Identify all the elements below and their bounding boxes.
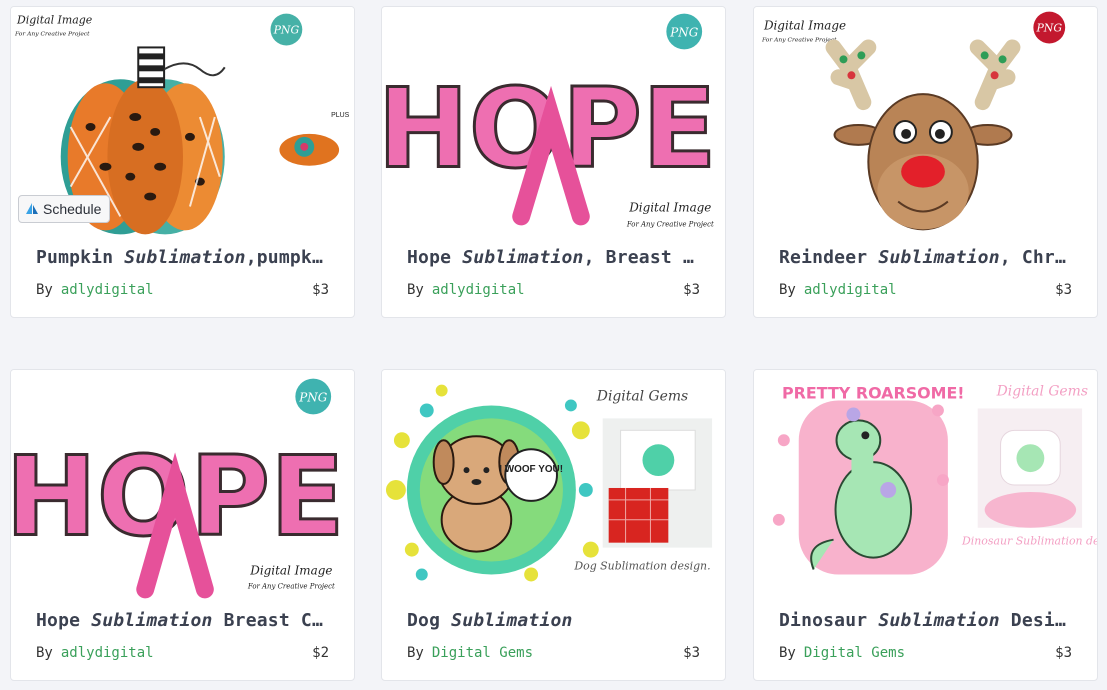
- product-card[interactable]: I WOOF YOU! Digital Gems Dog Sublimation…: [381, 369, 726, 681]
- dinosaur-illustration: PRETTY ROARSOME! Digital Gems Dinosaur S…: [772, 384, 1097, 575]
- product-card[interactable]: PNG HOPE Digital Image For Any Creative …: [10, 369, 355, 681]
- product-title[interactable]: Dog Sublimation: [407, 610, 703, 631]
- product-meta: By Digital Gems $3: [407, 645, 700, 661]
- png-badge-text: PNG: [298, 390, 327, 404]
- author-link[interactable]: adlydigital: [61, 645, 154, 661]
- watermark-sub: For Any Creative Project: [14, 31, 90, 38]
- sail-icon: [26, 203, 38, 214]
- author-link[interactable]: adlydigital: [432, 282, 525, 298]
- product-title[interactable]: Hope Sublimation, Breast Cancer: [407, 247, 703, 268]
- schedule-label: Schedule: [43, 201, 102, 217]
- watermark-text: Digital Image: [628, 200, 711, 214]
- author-link[interactable]: Digital Gems: [432, 645, 533, 661]
- product-card[interactable]: PNG HOPE Digital Image For Any Creative …: [381, 6, 726, 318]
- product-card[interactable]: PRETTY ROARSOME! Digital Gems Dinosaur S…: [753, 369, 1098, 681]
- product-card[interactable]: Digital Image For Any Creative Project P…: [753, 6, 1098, 318]
- by-label: By: [779, 282, 796, 298]
- png-badge-text: PNG: [669, 25, 698, 39]
- png-badge-text: PNG: [1035, 22, 1062, 35]
- dino-art-text: PRETTY ROARSOME!: [782, 384, 965, 403]
- by-label: By: [36, 282, 53, 298]
- price: $2: [312, 645, 329, 661]
- caption-text: Dog Sublimation design.: [573, 560, 710, 573]
- watermark-sub: For Any Creative Project: [626, 220, 714, 228]
- watermark-sub: For Any Creative Project: [761, 36, 837, 43]
- by-label: By: [407, 282, 424, 298]
- watermark-sub: For Any Creative Project: [247, 582, 335, 590]
- schedule-button[interactable]: Schedule: [18, 195, 111, 223]
- product-meta: By adlydigital $3: [36, 282, 329, 298]
- product-image-dinosaur[interactable]: PRETTY ROARSOME! Digital Gems Dinosaur S…: [754, 370, 1097, 600]
- product-image-pumpkin[interactable]: Digital Image For Any Creative Project P…: [11, 7, 354, 237]
- product-meta: By adlydigital $3: [779, 282, 1072, 298]
- product-title[interactable]: Hope Sublimation Breast Cancer: [36, 610, 332, 631]
- product-title[interactable]: Reindeer Sublimation, Christmas: [779, 247, 1075, 268]
- product-image-hope[interactable]: PNG HOPE Digital Image For Any Creative …: [11, 370, 354, 600]
- hope-illustration: PNG HOPE Digital Image For Any Creative …: [11, 378, 346, 599]
- plus-label: PLUS: [331, 112, 349, 119]
- product-image-reindeer[interactable]: Digital Image For Any Creative Project P…: [754, 7, 1097, 237]
- price: $3: [683, 282, 700, 298]
- price: $3: [1055, 282, 1072, 298]
- product-meta: By adlydigital $3: [407, 282, 700, 298]
- png-badge-text: PNG: [273, 24, 300, 37]
- by-label: By: [779, 645, 796, 661]
- watermark-text: Digital Gems: [596, 388, 688, 404]
- by-label: By: [36, 645, 53, 661]
- price: $3: [1055, 645, 1072, 661]
- product-title[interactable]: Dinosaur Sublimation Design: [779, 610, 1075, 631]
- product-title[interactable]: Pumpkin Sublimation,pumpkin PNG, Fall: [36, 247, 332, 268]
- product-card[interactable]: Digital Image For Any Creative Project P…: [10, 6, 355, 318]
- dog-illustration: I WOOF YOU! Digital Gems Dog Sublimation…: [385, 384, 713, 582]
- price: $3: [312, 282, 329, 298]
- author-link[interactable]: adlydigital: [61, 282, 154, 298]
- watermark-text: Digital Gems: [996, 384, 1088, 400]
- hope-illustration: PNG HOPE Digital Image For Any Creative …: [382, 13, 718, 228]
- by-label: By: [407, 645, 424, 661]
- product-image-hope[interactable]: PNG HOPE Digital Image For Any Creative …: [382, 7, 725, 237]
- watermark-text: Digital Image: [763, 19, 846, 33]
- caption-text: Dinosaur Sublimation design: [961, 535, 1097, 548]
- author-link[interactable]: adlydigital: [804, 282, 897, 298]
- price: $3: [683, 645, 700, 661]
- product-meta: By adlydigital $2: [36, 645, 329, 661]
- author-link[interactable]: Digital Gems: [804, 645, 905, 661]
- product-meta: By Digital Gems $3: [779, 645, 1072, 661]
- product-image-dog[interactable]: I WOOF YOU! Digital Gems Dog Sublimation…: [382, 370, 725, 600]
- watermark-text: Digital Image: [16, 14, 92, 27]
- watermark-text: Digital Image: [249, 563, 332, 577]
- reindeer-illustration: Digital Image For Any Creative Project P…: [761, 11, 1066, 231]
- speech-text: I WOOF YOU!: [499, 464, 563, 475]
